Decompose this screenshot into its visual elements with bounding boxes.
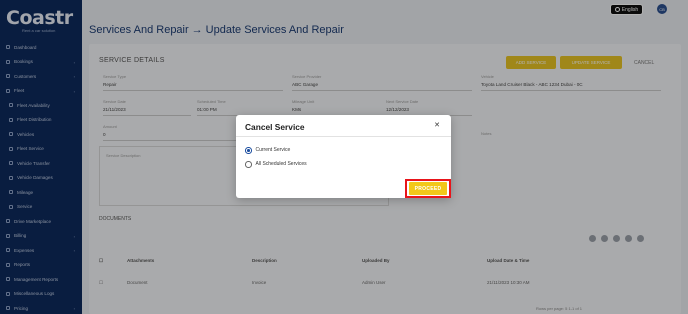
divider — [236, 136, 451, 137]
radio-button[interactable] — [245, 161, 252, 168]
proceed-button[interactable]: PROCEED — [409, 182, 447, 195]
radio-all-scheduled-services[interactable]: All Scheduled Services — [245, 161, 307, 168]
close-icon[interactable]: ✕ — [432, 121, 442, 131]
cancel-service-dialog: Cancel Service ✕ Current Service All Sch… — [236, 115, 451, 198]
radio-label: Current Service — [255, 147, 291, 154]
radio-current-service[interactable]: Current Service — [245, 147, 290, 154]
radio-button[interactable] — [245, 147, 252, 154]
radio-label: All Scheduled Services — [255, 161, 307, 168]
dialog-title: Cancel Service — [245, 122, 305, 132]
